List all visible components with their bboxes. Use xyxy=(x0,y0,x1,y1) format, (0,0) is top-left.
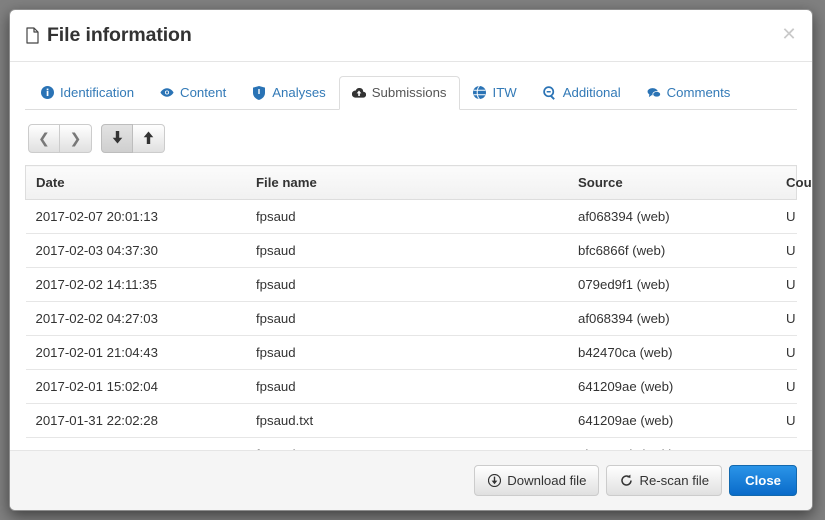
cell-date: 2017-02-01 15:02:04 xyxy=(25,369,246,405)
tab-label: Identification xyxy=(60,85,135,101)
arrow-down-icon xyxy=(112,130,123,147)
tab-identification[interactable]: Identification xyxy=(27,76,147,110)
tab-additional[interactable]: Additional xyxy=(530,76,634,110)
cell-filename: fpsaud xyxy=(246,437,568,450)
tab-itw[interactable]: ITW xyxy=(460,76,530,110)
table-row[interactable]: 2017-02-01 21:04:43 fpsaud b42470ca (web… xyxy=(25,335,797,371)
column-header-filename[interactable]: File name xyxy=(246,165,568,201)
close-icon[interactable]: ✕ xyxy=(780,26,798,44)
dialog-footer: Download file Re-scan file Close xyxy=(10,450,812,510)
cell-source: af068394 (web) xyxy=(568,199,776,235)
cell-filename: fpsaud xyxy=(246,335,568,371)
table-row[interactable]: 2017-01-31 22:02:28 fpsaud.txt 641209ae … xyxy=(25,403,797,439)
cloud-upload-icon xyxy=(351,86,366,100)
refresh-icon xyxy=(619,474,633,488)
eye-icon xyxy=(160,86,174,100)
cell-date: 2017-01-31 16:54:15 xyxy=(25,437,246,450)
globe-icon xyxy=(473,86,487,100)
table-row[interactable]: 2017-02-01 15:02:04 fpsaud 641209ae (web… xyxy=(25,369,797,405)
cell-source: 079ed9f1 (web) xyxy=(568,267,776,303)
chevron-right-icon: ❯ xyxy=(69,130,82,147)
tab-comments[interactable]: Comments xyxy=(634,76,744,110)
search-minus-icon xyxy=(542,86,557,100)
page-title: File information xyxy=(26,24,797,47)
cell-country: US xyxy=(776,267,797,303)
table-row[interactable]: 2017-02-07 20:01:13 fpsaud af068394 (web… xyxy=(25,199,797,235)
page-title-text: File information xyxy=(47,24,192,46)
sort-ascending-button[interactable] xyxy=(133,124,165,154)
rescan-file-button[interactable]: Re-scan file xyxy=(606,465,723,496)
cell-filename: fpsaud xyxy=(246,369,568,405)
table-row[interactable]: 2017-02-02 04:27:03 fpsaud af068394 (web… xyxy=(25,301,797,337)
table-head: Date File name Source Country xyxy=(25,165,812,201)
cell-country: US xyxy=(776,369,797,405)
shield-icon xyxy=(252,85,266,100)
dialog-body: Identification Content Analyses Submissi… xyxy=(10,62,812,450)
tab-analyses[interactable]: Analyses xyxy=(239,76,339,110)
chevron-left-icon: ❮ xyxy=(38,130,50,147)
cell-source: 641209ae (web) xyxy=(568,369,776,405)
info-circle-icon xyxy=(40,86,54,100)
column-header-date[interactable]: Date xyxy=(25,165,246,201)
cell-source: af068394 (web) xyxy=(568,301,776,337)
tab-label: Content xyxy=(180,85,227,101)
rescan-file-label: Re-scan file xyxy=(639,473,710,488)
file-information-dialog: File information ✕ Identification Conten… xyxy=(9,9,813,511)
tab-label: Comments xyxy=(666,85,731,101)
close-button-label: Close xyxy=(745,473,781,488)
cell-filename: fpsaud xyxy=(246,301,568,337)
table-row[interactable]: 2017-02-02 14:11:35 fpsaud 079ed9f1 (web… xyxy=(25,267,797,303)
cell-source: 641209ae (web) xyxy=(568,403,776,439)
cell-date: 2017-02-03 04:37:30 xyxy=(25,233,246,269)
tab-label: Submissions xyxy=(371,85,447,101)
cell-filename: fpsaud xyxy=(246,199,568,235)
tab-label: Additional xyxy=(562,85,621,101)
previous-page-button[interactable]: ❮ xyxy=(28,124,60,154)
dialog-header: File information ✕ xyxy=(10,10,812,63)
cell-date: 2017-02-07 20:01:13 xyxy=(25,199,246,235)
tab-bar: Identification Content Analyses Submissi… xyxy=(25,75,797,111)
cell-country: US xyxy=(776,335,797,371)
table-row[interactable]: 2017-01-31 16:54:15 fpsaud 3be8765b (web… xyxy=(25,437,797,450)
cell-country: US xyxy=(776,403,797,439)
column-header-country[interactable]: Country xyxy=(776,165,812,201)
sort-descending-button[interactable] xyxy=(101,124,133,154)
cell-filename: fpsaud xyxy=(246,267,568,303)
column-header-source[interactable]: Source xyxy=(568,165,776,201)
submissions-table: Date File name Source Country 2017-02-07… xyxy=(25,165,812,450)
cell-country: US xyxy=(776,301,797,337)
sort-group xyxy=(101,124,165,154)
cell-date: 2017-02-01 21:04:43 xyxy=(25,335,246,371)
cell-source: 3be8765b (web) xyxy=(568,437,776,450)
cell-date: 2017-02-02 04:27:03 xyxy=(25,301,246,337)
table-toolbar: ❮ ❯ xyxy=(25,110,797,154)
cell-date: 2017-02-02 14:11:35 xyxy=(25,267,246,303)
download-circle-icon xyxy=(487,474,501,488)
table-row[interactable]: 2017-02-03 04:37:30 fpsaud bfc6866f (web… xyxy=(25,233,797,269)
comments-icon xyxy=(647,86,661,100)
download-file-label: Download file xyxy=(507,473,587,488)
cell-filename: fpsaud xyxy=(246,233,568,269)
tab-submissions[interactable]: Submissions xyxy=(338,76,460,111)
cell-country: US xyxy=(776,437,797,450)
close-button[interactable]: Close xyxy=(729,465,797,496)
tab-label: ITW xyxy=(492,85,517,101)
pagination-group: ❮ ❯ xyxy=(28,124,92,154)
cell-country: US xyxy=(776,233,797,269)
tab-label: Analyses xyxy=(272,85,326,101)
cell-date: 2017-01-31 22:02:28 xyxy=(25,403,246,439)
arrow-up-icon xyxy=(143,131,154,147)
cell-filename: fpsaud.txt xyxy=(246,403,568,439)
cell-source: bfc6866f (web) xyxy=(568,233,776,269)
download-file-button[interactable]: Download file xyxy=(474,465,600,496)
file-outline-icon xyxy=(26,27,39,44)
table-header-row: Date File name Source Country xyxy=(25,165,812,201)
next-page-button[interactable]: ❯ xyxy=(60,124,92,154)
cell-source: b42470ca (web) xyxy=(568,335,776,371)
cell-country: US xyxy=(776,199,797,235)
tab-content[interactable]: Content xyxy=(147,76,239,110)
table-body: 2017-02-07 20:01:13 fpsaud af068394 (web… xyxy=(25,199,797,450)
